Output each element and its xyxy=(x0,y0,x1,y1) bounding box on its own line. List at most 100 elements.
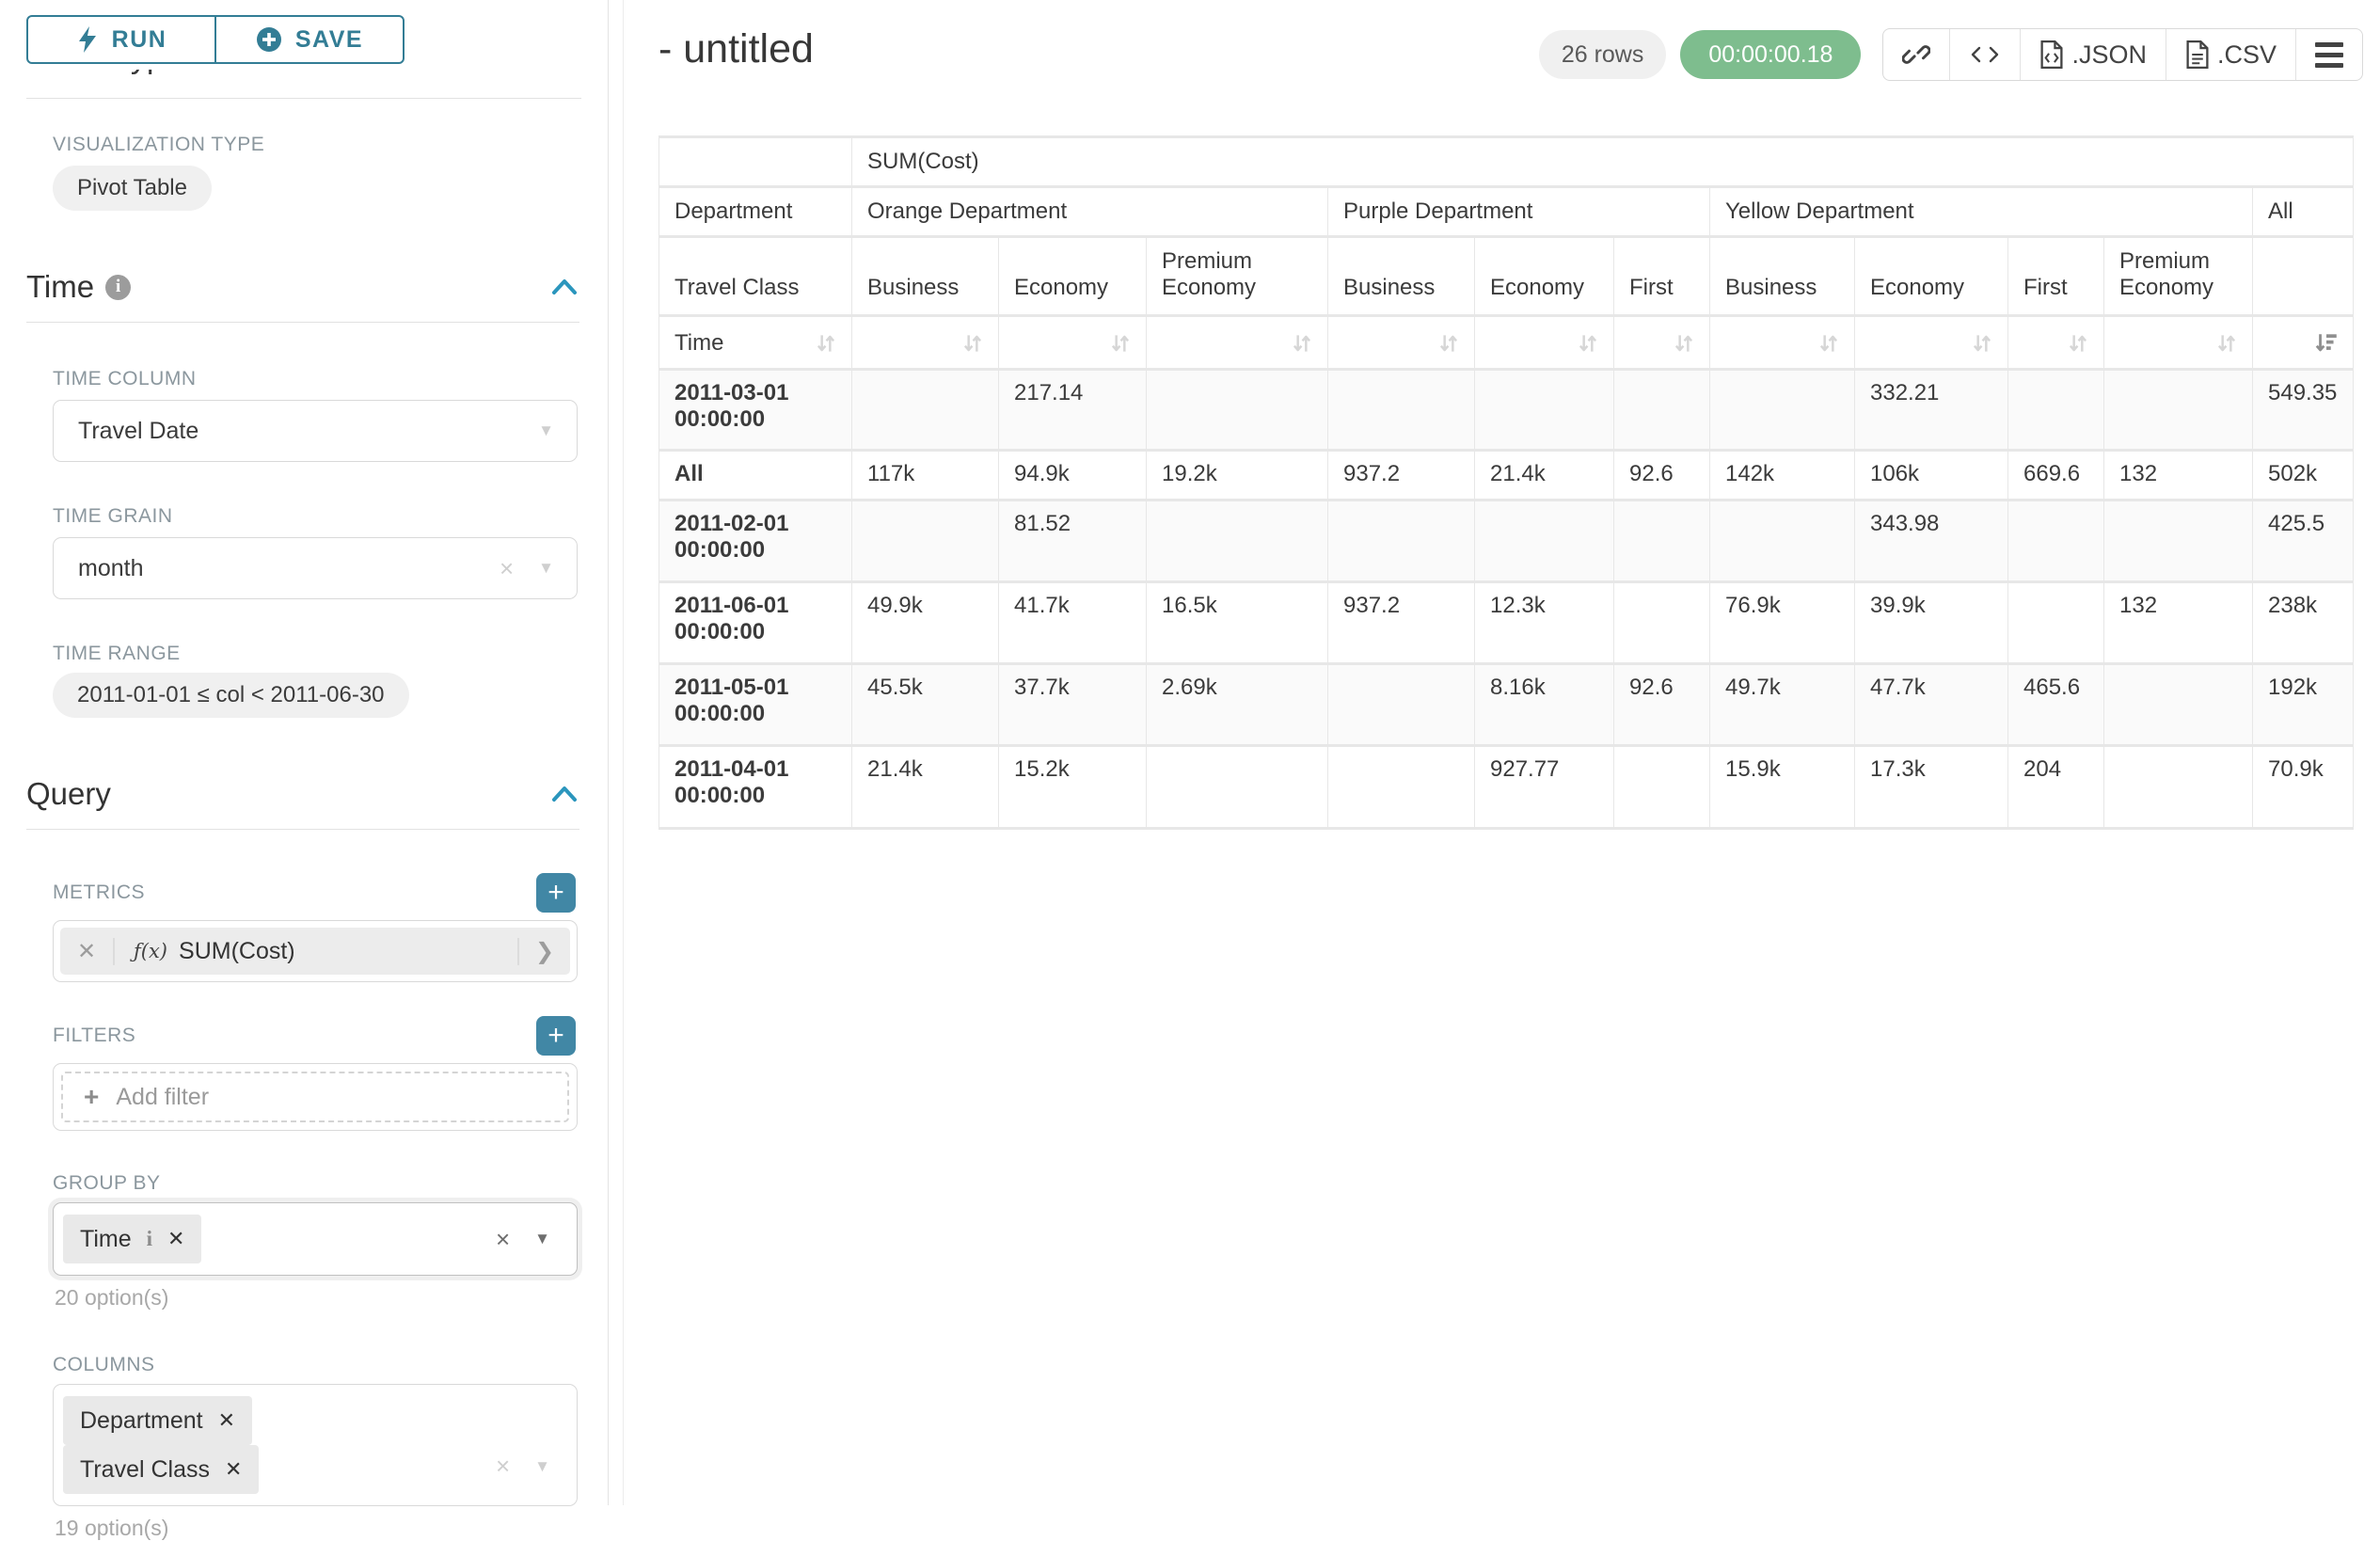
pivot-cell xyxy=(1614,582,1710,664)
caret-down-icon[interactable]: ▼ xyxy=(538,421,554,440)
clear-icon[interactable]: × xyxy=(496,1452,510,1481)
query-section-header[interactable]: Query xyxy=(26,776,579,812)
add-metric-button[interactable]: + xyxy=(536,873,576,913)
pivot-sort-header[interactable] xyxy=(1475,316,1614,370)
pivot-cell: 465.6 xyxy=(2008,664,2104,746)
columns-options-hint: 19 option(s) xyxy=(55,1516,579,1541)
save-button[interactable]: SAVE xyxy=(215,15,405,64)
add-filter-dropzone[interactable]: + Add filter xyxy=(61,1072,569,1122)
pivot-row-label: 2011-05-01 00:00:00 xyxy=(659,664,852,746)
pivot-time-sort-header[interactable]: Time xyxy=(659,316,852,370)
pivot-sort-header[interactable] xyxy=(2104,316,2253,370)
sort-icon[interactable] xyxy=(1290,331,1314,356)
tag-label: Department xyxy=(80,1407,203,1435)
caret-down-icon[interactable]: ▼ xyxy=(534,1230,550,1248)
group-by-label: GROUP BY xyxy=(53,1172,579,1195)
pivot-table-container: SUM(Cost)DepartmentOrange DepartmentPurp… xyxy=(658,135,2354,830)
pivot-cell xyxy=(1710,370,1855,451)
remove-tag-icon[interactable]: ✕ xyxy=(167,1227,184,1251)
pivot-cell xyxy=(1328,664,1475,746)
run-button[interactable]: RUN xyxy=(26,15,215,64)
pivot-sort-header[interactable] xyxy=(1328,316,1475,370)
pivot-cell: 21.4k xyxy=(1475,451,1614,500)
pivot-sort-header[interactable] xyxy=(999,316,1147,370)
code-icon xyxy=(1969,41,2001,68)
sort-icon[interactable] xyxy=(814,331,838,356)
pivot-sort-header[interactable] xyxy=(1147,316,1328,370)
columns-tag-travel-class[interactable]: Travel Class ✕ xyxy=(63,1445,259,1494)
pivot-cell: 669.6 xyxy=(2008,451,2104,500)
metric-chip[interactable]: ✕ ƒ(x) SUM(Cost) ❯ xyxy=(60,928,570,975)
pivot-cell: 238k xyxy=(2253,582,2354,664)
pivot-cell: 217.14 xyxy=(999,370,1147,451)
sort-icon[interactable] xyxy=(2214,331,2239,356)
sort-icon[interactable] xyxy=(1970,331,1994,356)
chevron-up-icon[interactable] xyxy=(549,784,579,804)
sort-desc-icon[interactable] xyxy=(2313,331,2340,356)
pivot-cell: 142k xyxy=(1710,451,1855,500)
filters-field: + Add filter xyxy=(53,1063,578,1131)
pivot-sort-header[interactable] xyxy=(1855,316,2008,370)
pivot-cell: 39.9k xyxy=(1855,582,2008,664)
caret-down-icon[interactable]: ▼ xyxy=(534,1457,550,1476)
sort-icon[interactable] xyxy=(1108,331,1133,356)
time-grain-label: TIME GRAIN xyxy=(53,505,579,528)
remove-tag-icon[interactable]: ✕ xyxy=(218,1408,235,1433)
sort-icon[interactable] xyxy=(960,331,985,356)
tag-label: Time xyxy=(80,1226,132,1253)
panel-content: VISUALIZATION TYPE Pivot Table Time i TI… xyxy=(0,0,608,1505)
view-query-button[interactable] xyxy=(1949,29,2020,80)
clear-icon[interactable]: × xyxy=(500,554,514,583)
columns-tag-department[interactable]: Department ✕ xyxy=(63,1396,252,1445)
pivot-time-label: Time xyxy=(674,330,723,357)
export-json-button[interactable]: .JSON xyxy=(2020,29,2166,80)
expand-metric-icon[interactable]: ❯ xyxy=(517,938,570,965)
more-options-button[interactable] xyxy=(2295,29,2362,80)
pivot-cell: 49.7k xyxy=(1710,664,1855,746)
export-csv-button[interactable]: .CSV xyxy=(2166,29,2295,80)
columns-select[interactable]: Department ✕ Travel Class ✕ × ▼ xyxy=(53,1384,578,1506)
pivot-col-group-header: Purple Department xyxy=(1328,187,1710,237)
pivot-col-dimension-label: Travel Class xyxy=(659,237,852,316)
time-section-header[interactable]: Time i xyxy=(26,269,579,305)
pivot-cell: 15.9k xyxy=(1710,746,1855,829)
group-by-select[interactable]: Time i ✕ × ▼ xyxy=(53,1202,578,1276)
pivot-sort-header[interactable] xyxy=(2008,316,2104,370)
remove-metric-icon[interactable]: ✕ xyxy=(60,938,115,965)
time-range-pill[interactable]: 2011-01-01 ≤ col < 2011-06-30 xyxy=(53,673,409,718)
share-link-button[interactable] xyxy=(1883,29,1949,80)
pivot-sort-header[interactable] xyxy=(852,316,999,370)
pivot-col-leaf-header: Business xyxy=(1328,237,1475,316)
time-column-select[interactable]: Travel Date ▼ xyxy=(53,400,578,462)
remove-tag-icon[interactable]: ✕ xyxy=(225,1457,242,1482)
pivot-cell xyxy=(2104,370,2253,451)
group-by-tag-time[interactable]: Time i ✕ xyxy=(63,1215,201,1263)
caret-down-icon[interactable]: ▼ xyxy=(538,559,554,578)
control-panel: Chart Type RUN SAVE VISUALIZATION TYPE xyxy=(0,0,609,1505)
pivot-cell: 17.3k xyxy=(1855,746,2008,829)
sort-icon[interactable] xyxy=(1817,331,1841,356)
pivot-sort-header[interactable] xyxy=(1614,316,1710,370)
pivot-cell: 37.7k xyxy=(999,664,1147,746)
pivot-cell xyxy=(1328,370,1475,451)
pivot-table: SUM(Cost)DepartmentOrange DepartmentPurp… xyxy=(658,135,2354,830)
pivot-row-label: 2011-02-01 00:00:00 xyxy=(659,500,852,582)
pivot-col-leaf-header: Economy xyxy=(999,237,1147,316)
pivot-sort-header[interactable] xyxy=(2253,316,2354,370)
clear-icon[interactable]: × xyxy=(496,1225,510,1254)
pivot-sort-header[interactable] xyxy=(1710,316,1855,370)
sort-icon[interactable] xyxy=(1672,331,1696,356)
sort-icon[interactable] xyxy=(2066,331,2090,356)
query-timer-badge: 00:00:00.18 xyxy=(1680,30,1861,79)
visualization-type-pill[interactable]: Pivot Table xyxy=(53,166,212,211)
sort-icon[interactable] xyxy=(1436,331,1461,356)
add-filter-button[interactable]: + xyxy=(536,1016,576,1056)
section-divider xyxy=(26,322,579,323)
time-grain-select[interactable]: month × ▼ xyxy=(53,537,578,599)
chevron-up-icon[interactable] xyxy=(549,277,579,297)
pivot-cell: 16.5k xyxy=(1147,582,1328,664)
chart-title[interactable]: - untitled xyxy=(658,26,814,72)
sort-icon[interactable] xyxy=(1576,331,1600,356)
pivot-cell: 132 xyxy=(2104,582,2253,664)
pivot-cell: 927.77 xyxy=(1475,746,1614,829)
